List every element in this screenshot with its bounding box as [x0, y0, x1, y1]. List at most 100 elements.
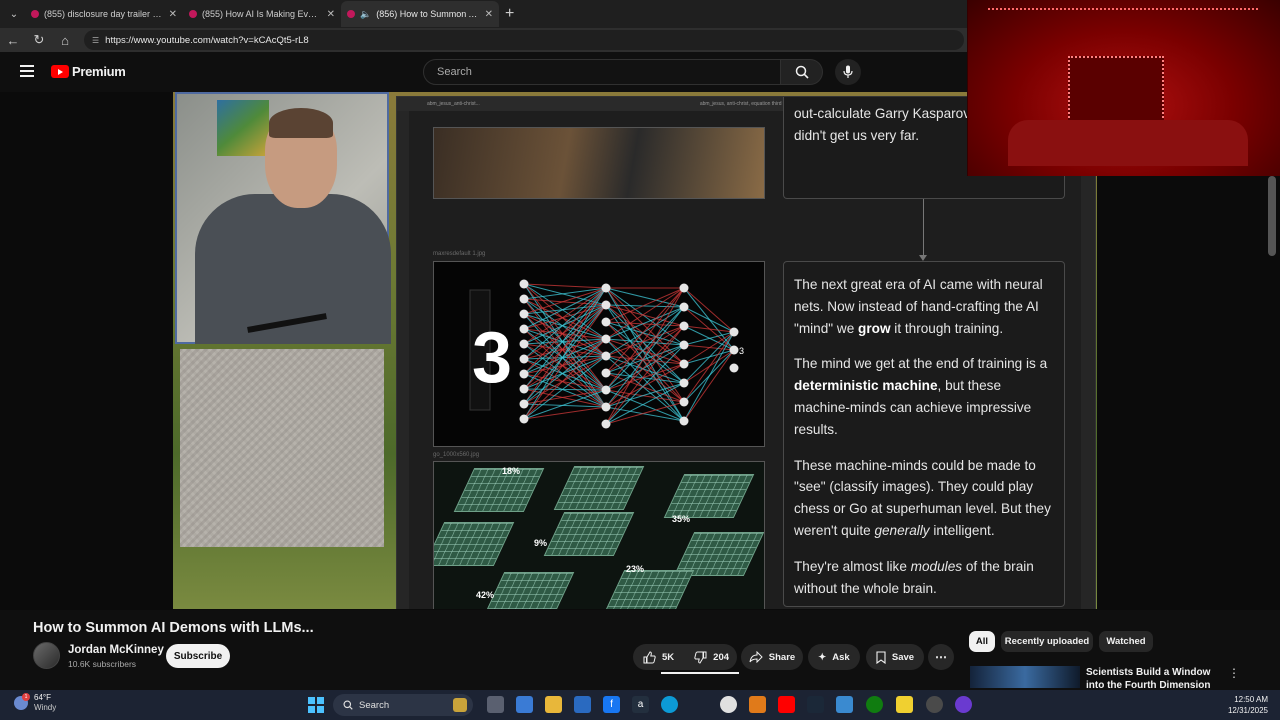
ask-button[interactable]: ✦ Ask: [808, 644, 860, 670]
video-details: How to Summon AI Demons with LLMs... Jor…: [0, 610, 1280, 692]
search-input[interactable]: [423, 59, 781, 85]
task-view-icon[interactable]: [487, 696, 504, 713]
nn-edge: [683, 349, 735, 422]
chrome-icon[interactable]: [720, 696, 737, 713]
weather-temperature: 64°F: [34, 693, 51, 702]
nn-node: [601, 402, 611, 412]
page-scrollbar[interactable]: [1268, 176, 1276, 256]
go-board: [453, 468, 545, 512]
save-button[interactable]: Save: [866, 644, 924, 670]
menu-icon[interactable]: [20, 65, 34, 77]
room-window: [1068, 56, 1164, 122]
speaker-icon[interactable]: 🔈: [360, 9, 371, 20]
paragraph-1: The next great era of AI came with neura…: [794, 277, 1043, 336]
site-info-icon[interactable]: ☰: [92, 36, 99, 45]
file-explorer-icon[interactable]: [545, 696, 562, 713]
nn-edge: [683, 331, 735, 365]
weather-alert-badge: 1: [22, 693, 30, 701]
back-arrow-icon[interactable]: ←: [6, 33, 20, 48]
save-label: Save: [891, 651, 915, 663]
weather-icon: 1: [14, 693, 30, 710]
new-tab-plus-icon[interactable]: +: [505, 5, 514, 23]
recommendation-title[interactable]: Scientists Build a Window into the Fourt…: [1086, 666, 1226, 692]
paragraph-3: These machine-minds could be made to "se…: [794, 457, 1051, 538]
tab-list-chevron-icon[interactable]: ⌄: [3, 3, 25, 25]
share-button[interactable]: Share: [741, 644, 803, 670]
url-field[interactable]: ☰ https://www.youtube.com/watch?v=kCAcQt…: [84, 30, 964, 50]
nn-node: [519, 309, 529, 319]
nn-node: [519, 339, 529, 349]
copilot-icon[interactable]: [516, 696, 533, 713]
more-actions-button[interactable]: ⋯: [928, 644, 954, 670]
recommendation-menu-icon[interactable]: ⋮: [1228, 666, 1240, 680]
tab-close-icon[interactable]: ✕: [169, 9, 177, 20]
windows-taskbar: 1 64°F Windy Search f a 12:50 AM 12/31/2…: [0, 690, 1280, 720]
tab-close-icon[interactable]: ✕: [485, 9, 493, 20]
premium-brand-text: Premium: [72, 64, 126, 79]
video-frame[interactable]: abm_jesus_anti-christ... abm_jesus, anti…: [173, 92, 1097, 609]
screen-sidebar: [397, 111, 409, 609]
plaster-texture-overlay: [180, 349, 384, 547]
browser-tab-3[interactable]: 🔈 (856) How to Summon AI Demons ✕: [341, 1, 499, 27]
home-icon[interactable]: ⌂: [58, 33, 72, 48]
bookmark-icon: [876, 650, 886, 664]
amazon-icon[interactable]: a: [632, 696, 649, 713]
youtube-logo[interactable]: Premium: [51, 64, 126, 79]
obs-icon[interactable]: [926, 696, 943, 713]
app-icon[interactable]: [836, 696, 853, 713]
nn-edge: [683, 287, 735, 333]
facebook-icon[interactable]: f: [603, 696, 620, 713]
screen-tab-text: abm_jesus_anti-christ...: [427, 101, 480, 107]
search-highlight-icon: [453, 698, 467, 712]
screen-right-toolbar: [1081, 111, 1095, 609]
nn-edge: [523, 287, 607, 300]
channel-avatar[interactable]: [33, 642, 60, 669]
url-text: https://www.youtube.com/watch?v=kCAcQt5-…: [105, 34, 309, 46]
more-horizontal-icon: ⋯: [935, 650, 947, 664]
go-percent: 9%: [534, 538, 548, 548]
nn-node: [519, 399, 529, 409]
room-bed: [1008, 120, 1248, 166]
microsoft-store-icon[interactable]: [574, 696, 591, 713]
nn-node: [679, 378, 689, 388]
windows-start-icon[interactable]: [308, 697, 324, 713]
taskbar-search-box[interactable]: Search: [333, 694, 473, 716]
tab-close-icon[interactable]: ✕: [327, 9, 335, 20]
nn-edge: [683, 331, 735, 403]
tab-title: (855) How AI Is Making Everything: [202, 9, 322, 19]
go-board: [603, 570, 695, 609]
reload-icon[interactable]: ↻: [32, 32, 46, 48]
go-boards-image: 18% 9% 35% 23% 42%: [433, 461, 765, 609]
edge-browser-icon[interactable]: [661, 696, 678, 713]
go-board: [483, 572, 575, 609]
youtube-favicon-icon: [347, 10, 355, 18]
search-button[interactable]: [781, 59, 823, 85]
subscribe-button[interactable]: Subscribe: [166, 644, 230, 668]
dislike-button[interactable]: 204: [684, 644, 739, 670]
nn-node: [519, 279, 529, 289]
weather-widget[interactable]: 1 64°F Windy: [14, 693, 56, 713]
steam-icon[interactable]: [807, 696, 824, 713]
presenter-hair: [269, 108, 333, 138]
nn-node: [519, 324, 529, 334]
nn-node: [601, 351, 611, 361]
chip-watched[interactable]: Watched: [1099, 631, 1153, 652]
xbox-icon[interactable]: [866, 696, 883, 713]
browser-tab-1[interactable]: (855) disclosure day trailer - YouTube ✕: [25, 1, 183, 27]
thumbs-down-icon: [694, 651, 707, 664]
chip-all[interactable]: All: [969, 631, 995, 652]
go-board: [543, 512, 635, 556]
recommendation-thumbnail[interactable]: [970, 666, 1080, 688]
nn-node: [519, 369, 529, 379]
voice-search-button[interactable]: [835, 59, 861, 85]
chip-recently-uploaded[interactable]: Recently uploaded: [1001, 631, 1093, 652]
youtube-app-icon[interactable]: [778, 696, 795, 713]
vlc-icon[interactable]: [749, 696, 766, 713]
channel-name[interactable]: Jordan McKinney: [68, 644, 164, 656]
app-circle-icon[interactable]: [955, 696, 972, 713]
like-button[interactable]: 5K: [633, 644, 684, 670]
system-clock[interactable]: 12:50 AM 12/31/2025: [1228, 694, 1268, 716]
nn-node: [679, 321, 689, 331]
sticky-notes-icon[interactable]: [896, 696, 913, 713]
browser-tab-2[interactable]: (855) How AI Is Making Everything ✕: [183, 1, 341, 27]
